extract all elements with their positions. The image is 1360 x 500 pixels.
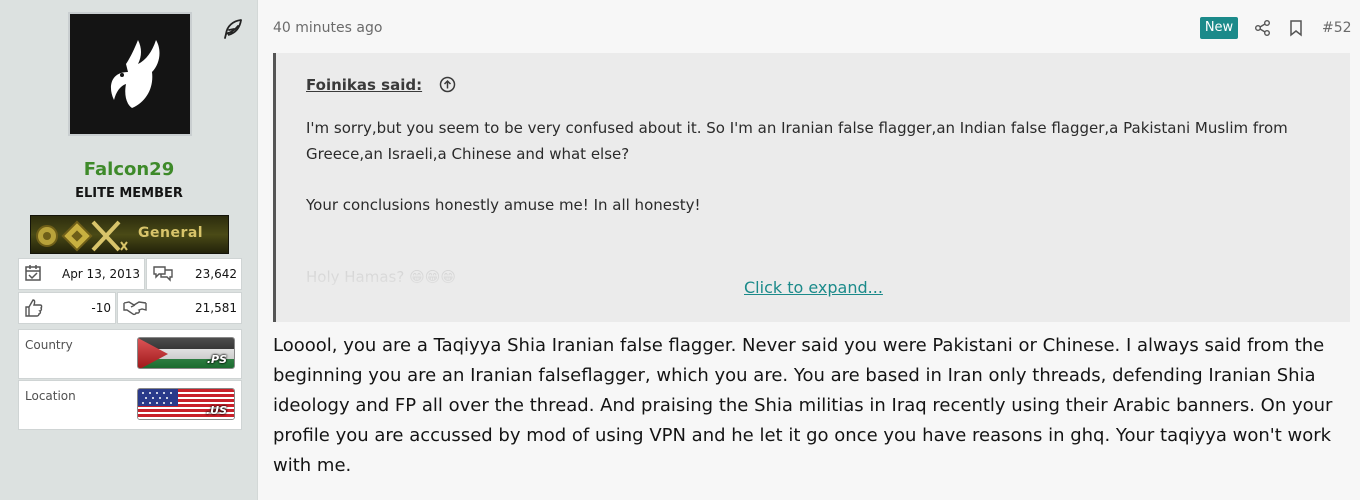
quote-content: I'm sorry,but you seem to be very confus… bbox=[306, 115, 1316, 243]
quote-paragraph: Your conclusions honestly amuse me! In a… bbox=[306, 196, 701, 214]
reaction-score: -10 bbox=[91, 301, 111, 315]
quote-author[interactable]: Foinikas said: bbox=[306, 76, 422, 94]
messages-icon bbox=[152, 264, 174, 285]
messages-stat: 23,642 bbox=[146, 258, 242, 290]
joined-date: Apr 13, 2013 bbox=[61, 267, 140, 281]
bookmark-icon[interactable] bbox=[1288, 19, 1304, 41]
avatar[interactable] bbox=[68, 12, 192, 136]
quote-block: Foinikas said: I'm sorry,but you seem to… bbox=[273, 53, 1350, 322]
country-box: Country .PS bbox=[18, 329, 242, 379]
user-title: ELITE MEMBER bbox=[75, 186, 183, 201]
location-box: Location .US bbox=[18, 380, 242, 430]
country-code: .PS bbox=[206, 353, 227, 366]
post-number-link[interactable]: #52 bbox=[1322, 20, 1352, 36]
dove-logo-icon bbox=[110, 40, 160, 108]
user-sidebar: Falcon29 ELITE MEMBER General Apr 13, 20… bbox=[0, 0, 258, 500]
post-body: Looool, you are a Taqiyya Shia Iranian f… bbox=[273, 335, 1333, 476]
arrow-up-circle-icon[interactable] bbox=[439, 76, 456, 97]
username[interactable]: Falcon29 bbox=[0, 159, 258, 180]
share-icon[interactable] bbox=[1254, 19, 1272, 41]
thumbs-up-icon bbox=[24, 298, 44, 321]
quote-paragraph: I'm sorry,but you seem to be very confus… bbox=[306, 119, 1288, 163]
messages-count: 23,642 bbox=[195, 267, 237, 281]
feather-icon bbox=[221, 17, 245, 41]
points-count: 21,581 bbox=[195, 301, 237, 315]
click-to-expand-link[interactable]: Click to expand... bbox=[744, 278, 883, 297]
points-stat: 21,581 bbox=[117, 292, 242, 324]
usa-flag-icon: .US bbox=[137, 388, 235, 420]
location-label: Location bbox=[25, 389, 76, 403]
quote-faded-text: Holy Hamas? 😁😁😁 bbox=[306, 268, 456, 286]
post-timestamp[interactable]: 40 minutes ago bbox=[273, 20, 382, 36]
calendar-icon bbox=[24, 264, 42, 285]
palestine-flag-icon: .PS bbox=[137, 337, 235, 369]
reaction-stat: -10 bbox=[18, 292, 116, 324]
location-code: .US bbox=[205, 404, 227, 417]
handshake-icon bbox=[123, 298, 147, 319]
joined-stat: Apr 13, 2013 bbox=[18, 258, 145, 290]
new-badge: New bbox=[1200, 17, 1238, 39]
rank-banner: General bbox=[30, 215, 229, 254]
rank-label: General bbox=[138, 225, 204, 241]
country-label: Country bbox=[25, 338, 73, 352]
